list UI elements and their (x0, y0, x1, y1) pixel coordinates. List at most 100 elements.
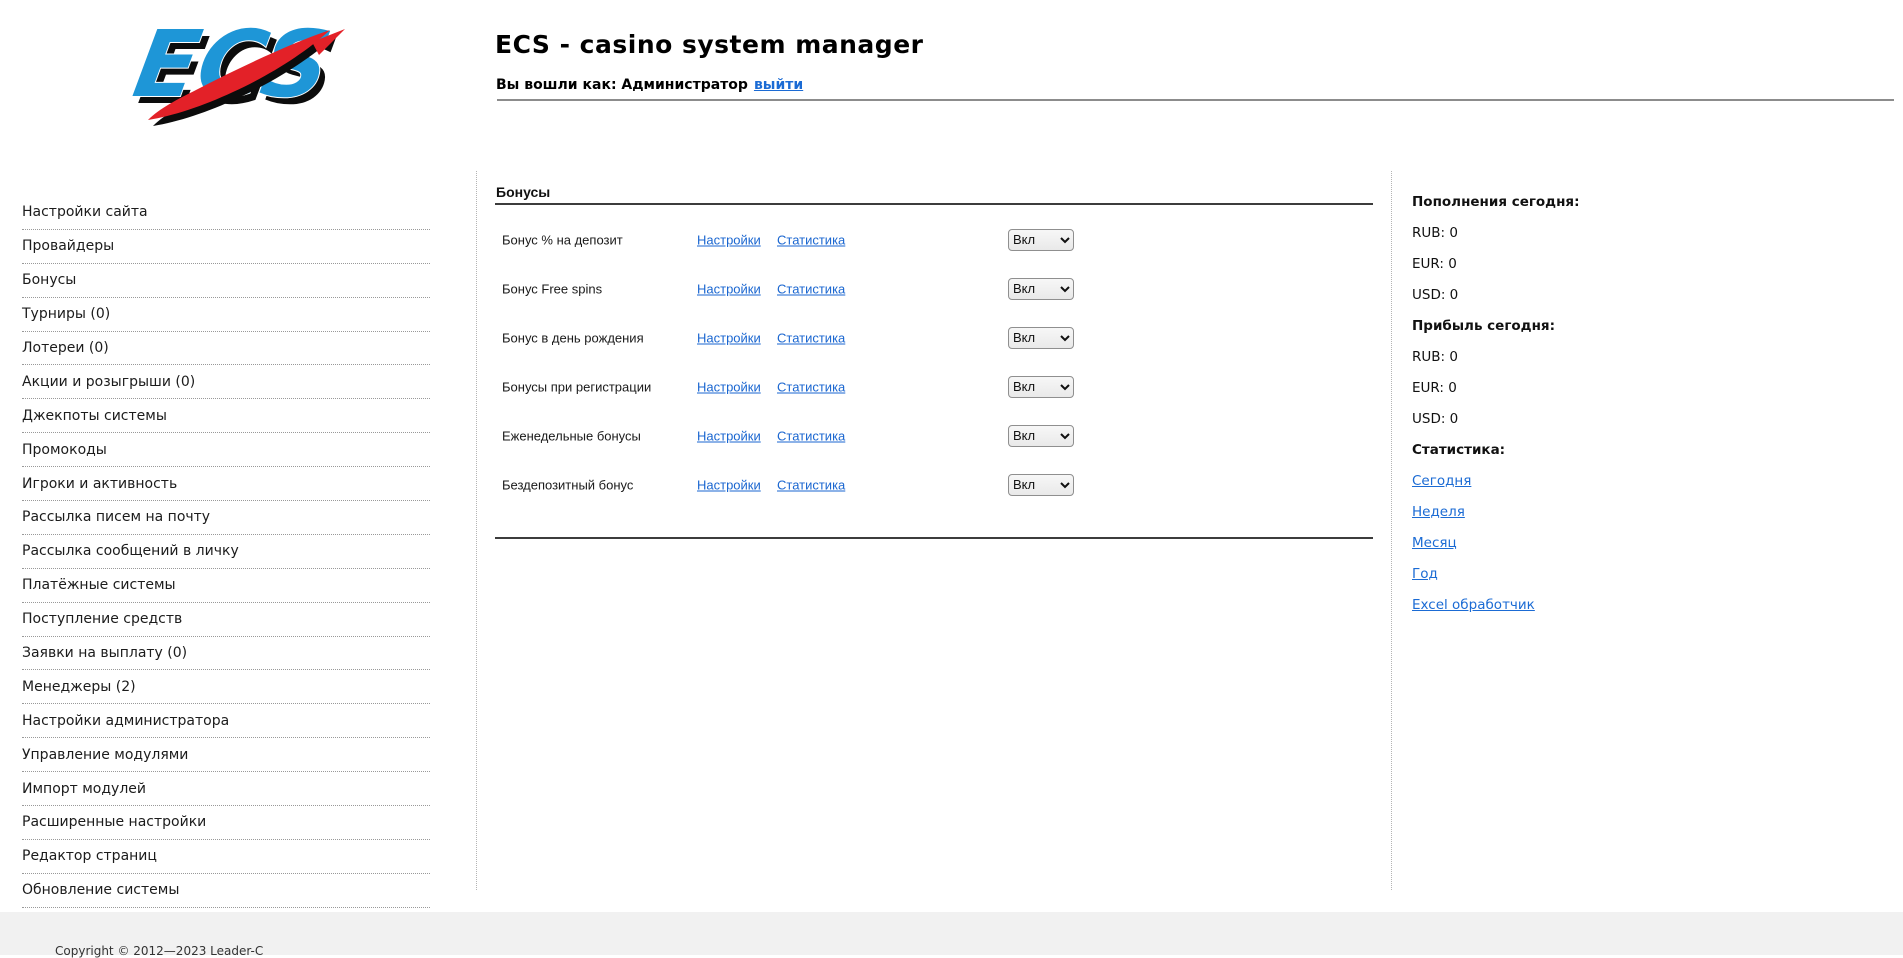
sidebar-item-label: Рассылка сообщений в личку (22, 543, 239, 559)
statistics-link[interactable]: Неделя (1412, 504, 1465, 520)
profit-value: EUR: 0 (1412, 372, 1712, 403)
deposits-today-title: Пополнения сегодня: (1412, 186, 1712, 217)
header-divider (497, 99, 1894, 101)
sidebar-item[interactable]: Редактор страниц (22, 840, 430, 874)
sidebar-item-label: Менеджеры (2) (22, 679, 136, 695)
sidebar-item-label: Платёжные системы (22, 577, 176, 593)
bonus-row: Бонус % на депозит Настройки Статистика … (495, 215, 1373, 264)
deposit-value: EUR: 0 (1412, 248, 1712, 279)
sidebar-item-label: Акции и розыгрыши (0) (22, 374, 195, 390)
bonus-statistics-link[interactable]: Статистика (777, 428, 845, 443)
statistics-link-row: Год (1412, 558, 1712, 589)
sidebar-item-label: Обновление системы (22, 882, 179, 898)
bonus-label: Бонус Free spins (502, 281, 602, 296)
profit-value: USD: 0 (1412, 403, 1712, 434)
sidebar-item-label: Редактор страниц (22, 848, 157, 864)
sidebar-item-label: Провайдеры (22, 238, 114, 254)
bonus-state-select[interactable]: Вкл (1008, 278, 1074, 300)
header: ECS - casino system manager (495, 30, 923, 59)
profit-value: RUB: 0 (1412, 341, 1712, 372)
bonus-settings-link[interactable]: Настройки (697, 428, 761, 443)
bonus-state-select[interactable]: Вкл (1008, 327, 1074, 349)
bonus-settings-link[interactable]: Настройки (697, 232, 761, 247)
bonus-row: Еженедельные бонусы Настройки Статистика… (495, 411, 1373, 460)
sidebar-item-label: Турниры (0) (22, 306, 110, 322)
bonus-label: Бонусы при регистрации (502, 379, 651, 394)
sidebar-item[interactable]: Рассылка сообщений в личку (22, 535, 430, 569)
sidebar-item-label: Настройки администратора (22, 713, 229, 729)
summary-panel: Пополнения сегодня: RUB: 0 EUR: 0 USD: 0… (1412, 186, 1712, 620)
bonus-label: Бонус % на депозит (502, 232, 623, 247)
sidebar-item-label: Заявки на выплату (0) (22, 645, 187, 661)
statistics-link[interactable]: Excel обработчик (1412, 597, 1535, 613)
statistics-link[interactable]: Год (1412, 566, 1438, 582)
section-bottom-line (495, 537, 1373, 539)
bonus-statistics-link[interactable]: Статистика (777, 330, 845, 345)
sidebar-item[interactable]: Настройки администратора (22, 704, 430, 738)
sidebar-item[interactable]: Платёжные системы (22, 569, 430, 603)
sidebar-item[interactable]: Провайдеры (22, 230, 430, 264)
sidebar-item-label: Настройки сайта (22, 204, 148, 220)
sidebar-item[interactable]: Менеджеры (2) (22, 670, 430, 704)
heading-underline (495, 203, 1373, 205)
sidebar-item[interactable]: Бонусы (22, 264, 430, 298)
sidebar-item-label: Лотереи (0) (22, 340, 109, 356)
sidebar-menu: Настройки сайта Провайдеры Бонусы Турнир… (22, 196, 430, 908)
sidebar-item-label: Управление модулями (22, 747, 188, 763)
sidebar-item[interactable]: Игроки и активность (22, 467, 430, 501)
bonus-settings-link[interactable]: Настройки (697, 281, 761, 296)
bonus-statistics-link[interactable]: Статистика (777, 232, 845, 247)
bonus-statistics-link[interactable]: Статистика (777, 379, 845, 394)
logo-main-text: ECS (127, 11, 339, 118)
sidebar-item-label: Джекпоты системы (22, 408, 167, 424)
sidebar-item-label: Промокоды (22, 442, 107, 458)
bonus-statistics-link[interactable]: Статистика (777, 477, 845, 492)
bonus-settings-link[interactable]: Настройки (697, 379, 761, 394)
statistics-link-row: Сегодня (1412, 465, 1712, 496)
deposit-value: RUB: 0 (1412, 217, 1712, 248)
statistics-link[interactable]: Сегодня (1412, 473, 1471, 489)
sidebar-item[interactable]: Импорт модулей (22, 772, 430, 806)
bonus-rows: Бонус % на депозит Настройки Статистика … (495, 215, 1373, 509)
bonus-row: Бонусы при регистрации Настройки Статист… (495, 362, 1373, 411)
bonus-settings-link[interactable]: Настройки (697, 477, 761, 492)
sidebar-item-label: Расширенные настройки (22, 814, 206, 830)
profit-today-title: Прибыль сегодня: (1412, 310, 1712, 341)
sidebar-item[interactable]: Поступление средств (22, 603, 430, 637)
sidebar-item[interactable]: Лотереи (0) (22, 332, 430, 366)
sidebar-item[interactable]: Рассылка писем на почту (22, 501, 430, 535)
statistics-link[interactable]: Месяц (1412, 535, 1457, 551)
bonus-row: Бездепозитный бонус Настройки Статистика… (495, 460, 1373, 509)
sidebar-item[interactable]: Турниры (0) (22, 298, 430, 332)
sidebar-item[interactable]: Расширенные настройки (22, 806, 430, 840)
sidebar-item-label: Импорт модулей (22, 781, 146, 797)
login-status-text: Вы вошли как: Администратор (496, 77, 748, 93)
sidebar-item[interactable]: Акции и розыгрыши (0) (22, 365, 430, 399)
sidebar-item[interactable]: Джекпоты системы (22, 399, 430, 433)
sidebar-item[interactable]: Управление модулями (22, 738, 430, 772)
statistics-title: Статистика: (1412, 434, 1712, 465)
bonus-settings-link[interactable]: Настройки (697, 330, 761, 345)
sidebar-item-label: Бонусы (22, 272, 76, 288)
ecs-logo: ECS ECS (116, 8, 346, 126)
bonus-statistics-link[interactable]: Статистика (777, 281, 845, 296)
bonus-row: Бонус в день рождения Настройки Статисти… (495, 313, 1373, 362)
sidebar-item-label: Игроки и активность (22, 476, 177, 492)
sidebar-item[interactable]: Заявки на выплату (0) (22, 637, 430, 671)
bonus-state-select[interactable]: Вкл (1008, 425, 1074, 447)
copyright-text: Copyright © 2012—2023 Leader-C (55, 944, 263, 958)
footer: Copyright © 2012—2023 Leader-C (0, 912, 1903, 955)
bonus-state-select[interactable]: Вкл (1008, 229, 1074, 251)
sidebar-item-label: Рассылка писем на почту (22, 509, 210, 525)
statistics-link-row: Неделя (1412, 496, 1712, 527)
sidebar-item[interactable]: Настройки сайта (22, 196, 430, 230)
sidebar-item[interactable]: Промокоды (22, 433, 430, 467)
logout-link[interactable]: выйти (754, 77, 803, 93)
bonus-state-select[interactable]: Вкл (1008, 376, 1074, 398)
bonus-row: Бонус Free spins Настройки Статистика Вк… (495, 264, 1373, 313)
bonus-label: Еженедельные бонусы (502, 428, 641, 443)
sidebar-item[interactable]: Обновление системы (22, 874, 430, 908)
bonus-label: Бонус в день рождения (502, 330, 644, 345)
bonus-state-select[interactable]: Вкл (1008, 474, 1074, 496)
sidebar-item-label: Поступление средств (22, 611, 182, 627)
